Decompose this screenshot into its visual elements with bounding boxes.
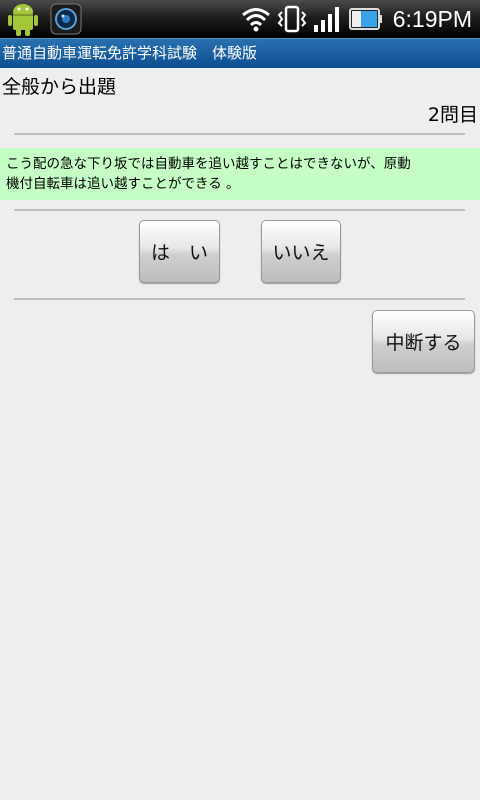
notification-icons xyxy=(6,0,82,38)
question-text-line: こう配の急な下り坂では自動車を追い越すことはできないが、原動 xyxy=(6,156,411,172)
status-bar: 6:19PM xyxy=(0,0,480,38)
signal-icon xyxy=(313,7,339,32)
vibrate-icon xyxy=(277,5,307,33)
suspend-button[interactable]: 中断する xyxy=(372,310,475,373)
android-icon xyxy=(8,4,38,36)
camera-app-icon xyxy=(50,3,82,35)
category-label: 全般から出題 xyxy=(2,76,117,98)
app-title-bar: 普通自動車運転免許学科試験 体験版 xyxy=(0,38,480,68)
clock: 6:19PM xyxy=(392,5,472,32)
yes-button[interactable]: は い xyxy=(139,220,220,283)
question-text: こう配の急な下り坂では自動車を追い越すことはできないが、原動 機付自転車は追い越… xyxy=(0,148,480,200)
battery-icon xyxy=(348,8,382,30)
divider xyxy=(14,298,465,300)
system-status-icons: 6:19PM xyxy=(241,0,472,38)
question-text-line: 機付自転車は追い越すことができる 。 xyxy=(6,176,240,192)
wifi-icon xyxy=(241,8,270,32)
divider xyxy=(14,133,465,135)
question-number: 2問目 xyxy=(427,104,478,126)
divider xyxy=(14,209,465,211)
no-button[interactable]: いいえ xyxy=(261,220,341,283)
